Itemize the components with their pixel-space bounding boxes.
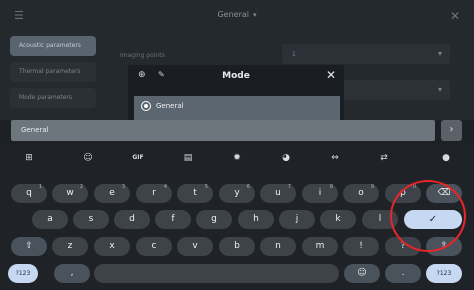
key-s[interactable]: s — [73, 210, 109, 229]
text-cursor-icon[interactable]: ⇔ — [325, 151, 345, 165]
key-period[interactable]: . — [385, 264, 421, 283]
option-label: General — [156, 102, 184, 110]
emoji-icon: ☺ — [357, 268, 367, 278]
key-m[interactable]: m — [302, 237, 338, 256]
dialog-header: ⊕ ✎ Mode ✕ — [128, 65, 344, 87]
imaging-points-dropdown[interactable]: 1 ▾ — [282, 44, 450, 64]
numbers-key-left[interactable]: ?123 — [8, 264, 38, 283]
key-h[interactable]: h — [238, 210, 274, 229]
imaging-points-label: Imaging points — [120, 52, 165, 59]
shift-key-left[interactable]: ⇧ — [11, 237, 47, 256]
key-q[interactable]: q1 — [11, 184, 47, 203]
key-t[interactable]: t5 — [177, 184, 213, 203]
mode-dialog: ⊕ ✎ Mode ✕ General — [128, 65, 344, 120]
microphone-icon[interactable]: ● — [436, 151, 456, 165]
key-u[interactable]: u7 — [260, 184, 296, 203]
key-exclamation[interactable]: ! — [343, 237, 379, 256]
mode-option-general[interactable]: General — [134, 96, 340, 120]
numbers-key-right[interactable]: ?123 — [426, 264, 462, 283]
key-n[interactable]: n — [260, 237, 296, 256]
emoji-key[interactable]: ☺ — [344, 264, 380, 283]
clipboard-icon[interactable]: ▤ — [178, 151, 198, 165]
key-d[interactable]: d — [114, 210, 150, 229]
key-comma[interactable]: , — [54, 264, 90, 283]
key-w[interactable]: w2 — [52, 184, 88, 203]
sidebar-item-mode[interactable]: Mode parameters — [10, 88, 96, 108]
sticker-icon[interactable]: ☺ — [78, 151, 98, 165]
close-icon[interactable]: ✕ — [450, 9, 460, 23]
key-r[interactable]: r4 — [136, 184, 172, 203]
key-i[interactable]: i8 — [302, 184, 338, 203]
key-a[interactable]: a — [32, 210, 68, 229]
sidebar-item-acoustic[interactable]: Acoustic parameters — [10, 36, 96, 56]
key-g[interactable]: g — [196, 210, 232, 229]
key-x[interactable]: x — [94, 237, 130, 256]
key-f[interactable]: f — [155, 210, 191, 229]
send-button[interactable]: › — [441, 120, 462, 141]
key-b[interactable]: b — [219, 237, 255, 256]
dialog-title: Mode — [222, 71, 250, 81]
key-j[interactable]: j — [279, 210, 315, 229]
space-key[interactable] — [94, 264, 339, 283]
gif-button[interactable]: GIF — [128, 151, 148, 165]
apps-grid-icon[interactable]: ⊞ — [19, 151, 39, 165]
chevron-down-icon: ▾ — [437, 49, 442, 58]
text-input[interactable]: General — [11, 120, 435, 141]
key-v[interactable]: v — [177, 237, 213, 256]
close-icon[interactable]: ✕ — [326, 68, 336, 82]
highlight-circle — [390, 180, 466, 252]
key-e[interactable]: e3 — [94, 184, 130, 203]
settings-gear-icon[interactable]: ✹ — [227, 151, 247, 165]
chevron-down-icon: ▾ — [253, 11, 257, 19]
chevron-down-icon: ▾ — [437, 85, 442, 94]
key-y[interactable]: y6 — [219, 184, 255, 203]
shift-icon: ⇧ — [25, 241, 33, 251]
key-o[interactable]: o9 — [343, 184, 379, 203]
key-z[interactable]: z — [52, 237, 88, 256]
sidebar-item-thermal[interactable]: Thermal parameters — [10, 62, 96, 82]
radio-selected-icon[interactable] — [141, 101, 151, 111]
key-c[interactable]: c — [136, 237, 172, 256]
input-value: General — [21, 126, 49, 134]
top-bar: ☰ General ▾ ✕ — [0, 0, 474, 34]
translate-icon[interactable]: ⇄ — [374, 151, 394, 165]
page-title[interactable]: General ▾ — [0, 10, 474, 19]
palette-icon[interactable]: ◕ — [276, 151, 296, 165]
key-k[interactable]: k — [320, 210, 356, 229]
